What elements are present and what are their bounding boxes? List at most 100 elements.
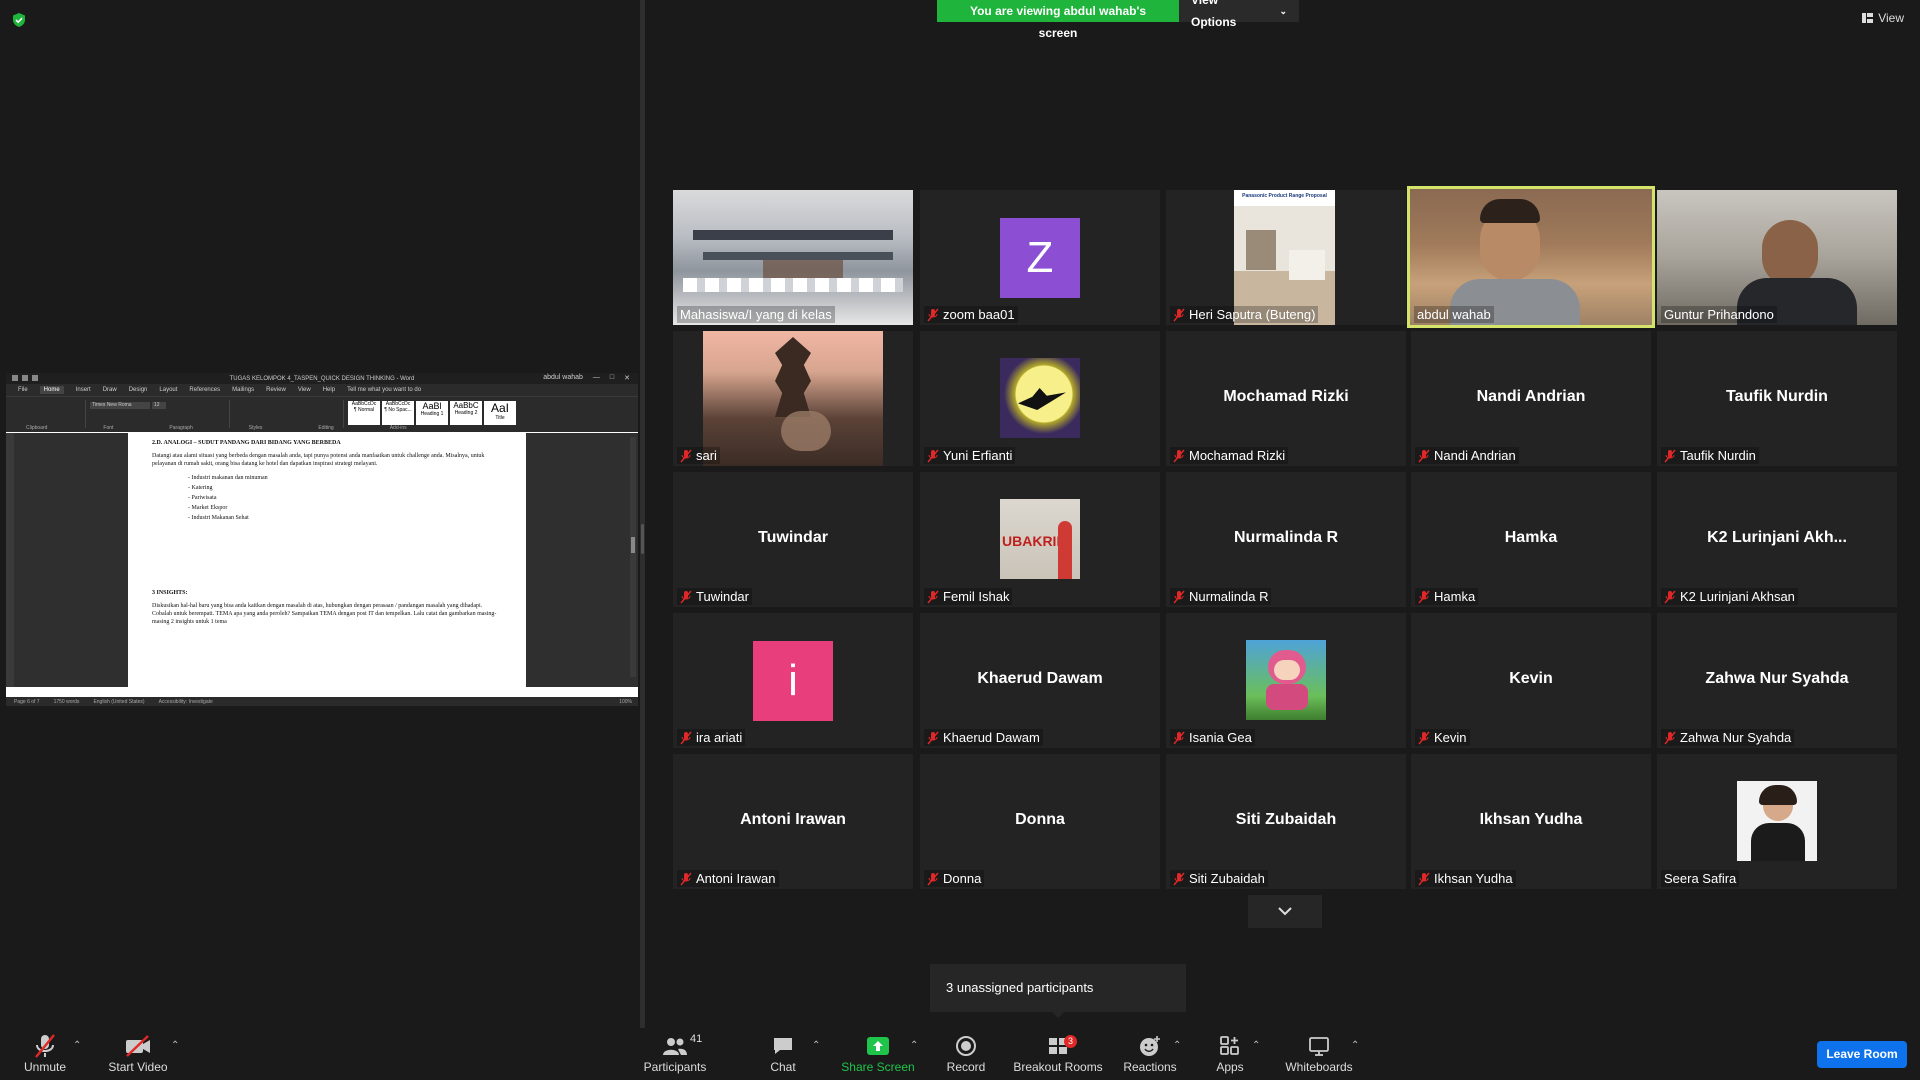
participant-tile[interactable]: Kevin Kevin	[1411, 613, 1651, 748]
word-tab-mailings: Mailings	[232, 387, 255, 393]
record-button[interactable]: Record	[942, 1032, 990, 1078]
breakout-rooms-button[interactable]: 3 Breakout Rooms	[1013, 1032, 1103, 1078]
doc-list-item: Pariwisata	[188, 493, 502, 503]
security-shield-icon[interactable]	[11, 12, 27, 28]
video-options-caret-icon[interactable]: ⌃	[171, 1040, 179, 1051]
mic-muted-icon	[680, 731, 692, 744]
participant-tile[interactable]: Zahwa Nur Syahda Zahwa Nur Syahda	[1657, 613, 1897, 748]
participant-name: Guntur Prihandono	[1661, 306, 1777, 323]
participant-name-text: Taufik Nurdin	[1680, 448, 1756, 463]
view-options-button[interactable]: View Options ⌄	[1179, 0, 1299, 29]
participants-icon	[663, 1038, 687, 1055]
participant-tile[interactable]: Donna Donna	[920, 754, 1160, 889]
doc-paragraph: Diskusikan hal-hal baru yang bisa anda k…	[152, 603, 497, 625]
word-tab-draw: Draw	[102, 387, 117, 393]
reactions-label: Reactions	[1123, 1060, 1177, 1074]
word-status-bar: Page 6 of 7 1750 words English (United S…	[6, 697, 638, 706]
participant-display-name: Taufik Nurdin	[1726, 388, 1828, 405]
word-group-editing: Editing	[318, 425, 334, 431]
participant-display-name: Kevin	[1509, 670, 1553, 687]
chat-button[interactable]: Chat	[763, 1032, 803, 1078]
zoom-window: { "banner": { "viewing_text": "You are v…	[0, 0, 1920, 1080]
start-video-button[interactable]: Start Video	[106, 1032, 170, 1078]
word-style-h2: AaBbC	[453, 401, 479, 410]
viewing-screen-label: You are viewing abdul wahab's screen	[937, 0, 1179, 40]
start-video-label: Start Video	[108, 1060, 168, 1074]
participant-tile[interactable]: K2 Lurinjani Akh... K2 Lurinjani Akhsan	[1657, 472, 1897, 607]
word-word-count: 1750 words	[53, 698, 80, 705]
participant-tile[interactable]: Ikhsan Yudha Ikhsan Yudha	[1411, 754, 1651, 889]
participant-name: Seera Safira	[1661, 870, 1740, 887]
participant-display-name: Hamka	[1504, 529, 1558, 546]
word-tab-view: View	[297, 387, 311, 393]
participant-name-text: Khaerud Dawam	[943, 730, 1040, 745]
participant-name-text: Heri Saputra (Buteng)	[1189, 307, 1316, 322]
unmute-button[interactable]: Unmute	[20, 1032, 70, 1078]
chat-label: Chat	[770, 1060, 796, 1074]
record-label: Record	[946, 1060, 986, 1074]
chevron-down-icon: ⌄	[1279, 6, 1287, 16]
mic-muted-icon	[680, 590, 692, 603]
mic-muted-icon	[1418, 731, 1430, 744]
participant-tile[interactable]: i ira ariati	[673, 613, 913, 748]
participant-tile[interactable]: Siti Zubaidah Siti Zubaidah	[1166, 754, 1406, 889]
show-more-participants-button[interactable]	[1248, 895, 1322, 928]
word-tab-help: Help	[322, 387, 336, 393]
mic-muted-icon	[680, 449, 692, 462]
split-divider[interactable]	[640, 0, 645, 1028]
apps-options-caret-icon[interactable]: ⌃	[1252, 1040, 1260, 1051]
whiteboards-options-caret-icon[interactable]: ⌃	[1351, 1040, 1359, 1051]
share-options-caret-icon[interactable]: ⌃	[910, 1040, 918, 1051]
participant-name-text: zoom baa01	[943, 307, 1015, 322]
video-feed	[1410, 189, 1652, 325]
apps-button[interactable]: Apps	[1213, 1032, 1247, 1078]
participant-tile[interactable]: UBAKRIE Femil Ishak	[920, 472, 1160, 607]
participants-button[interactable]: 41 Participants	[640, 1032, 710, 1078]
participant-display-name: Khaerud Dawam	[977, 670, 1103, 687]
leave-room-button[interactable]: Leave Room	[1817, 1041, 1907, 1068]
doc-paragraph: Datangi atau alami situasi yang berbeda …	[152, 453, 485, 467]
whiteboards-button[interactable]: Whiteboards	[1283, 1032, 1355, 1078]
participant-name: sari	[677, 447, 720, 464]
participant-tile-active-speaker[interactable]: abdul wahab	[1407, 186, 1655, 328]
audio-options-caret-icon[interactable]: ⌃	[73, 1040, 81, 1051]
participant-tile[interactable]: Seera Safira	[1657, 754, 1897, 889]
view-button[interactable]: View	[1862, 11, 1904, 25]
participant-tile[interactable]: Yuni Erfianti	[920, 331, 1160, 466]
video-feed	[1657, 190, 1897, 325]
participant-name: Khaerud Dawam	[924, 729, 1043, 746]
chat-options-caret-icon[interactable]: ⌃	[812, 1040, 820, 1051]
participant-tile[interactable]: Khaerud Dawam Khaerud Dawam	[920, 613, 1160, 748]
participant-tile[interactable]: Nandi Andrian Nandi Andrian	[1411, 331, 1651, 466]
reactions-button[interactable]: Reactions	[1123, 1032, 1177, 1078]
participant-tile[interactable]: Hamka Hamka	[1411, 472, 1651, 607]
share-screen-icon	[867, 1037, 889, 1055]
word-accessibility: Accessibility: Investigate	[158, 698, 213, 705]
mic-muted-icon	[1664, 590, 1676, 603]
mic-muted-icon	[1173, 872, 1185, 885]
participant-tile[interactable]: Nurmalinda R Nurmalinda R	[1166, 472, 1406, 607]
participant-tile[interactable]: Mahasiswa/I yang di kelas	[673, 190, 913, 325]
divider-handle[interactable]	[641, 524, 644, 554]
participant-tile[interactable]: Tuwindar Tuwindar	[673, 472, 913, 607]
participant-tile[interactable]: Z zoom baa01	[920, 190, 1160, 325]
reactions-options-caret-icon[interactable]: ⌃	[1173, 1040, 1181, 1051]
participant-tile[interactable]: Mochamad Rizki Mochamad Rizki	[1166, 331, 1406, 466]
mic-muted-icon	[1418, 590, 1430, 603]
share-screen-button[interactable]: Share Screen	[838, 1032, 918, 1078]
word-tab-insert: Insert	[75, 387, 91, 393]
mic-muted-icon	[1418, 449, 1430, 462]
participant-tile[interactable]: Isania Gea	[1166, 613, 1406, 748]
participant-display-name: Nurmalinda R	[1233, 529, 1338, 546]
participant-tile[interactable]: Antoni Irawan Antoni Irawan	[673, 754, 913, 889]
participant-display-name: Antoni Irawan	[740, 811, 846, 828]
participant-tile[interactable]: Guntur Prihandono	[1657, 190, 1897, 325]
participant-tile[interactable]: sari	[673, 331, 913, 466]
profile-picture	[703, 331, 883, 466]
avatar: i	[753, 641, 833, 721]
participant-display-name: Zahwa Nur Syahda	[1705, 670, 1849, 687]
participant-name: Ikhsan Yudha	[1415, 870, 1516, 887]
participant-tile[interactable]: Panasonic Product Range Proposal Heri Sa…	[1166, 190, 1406, 325]
participant-tile[interactable]: Taufik Nurdin Taufik Nurdin	[1657, 331, 1897, 466]
participant-name: Siti Zubaidah	[1170, 870, 1268, 887]
